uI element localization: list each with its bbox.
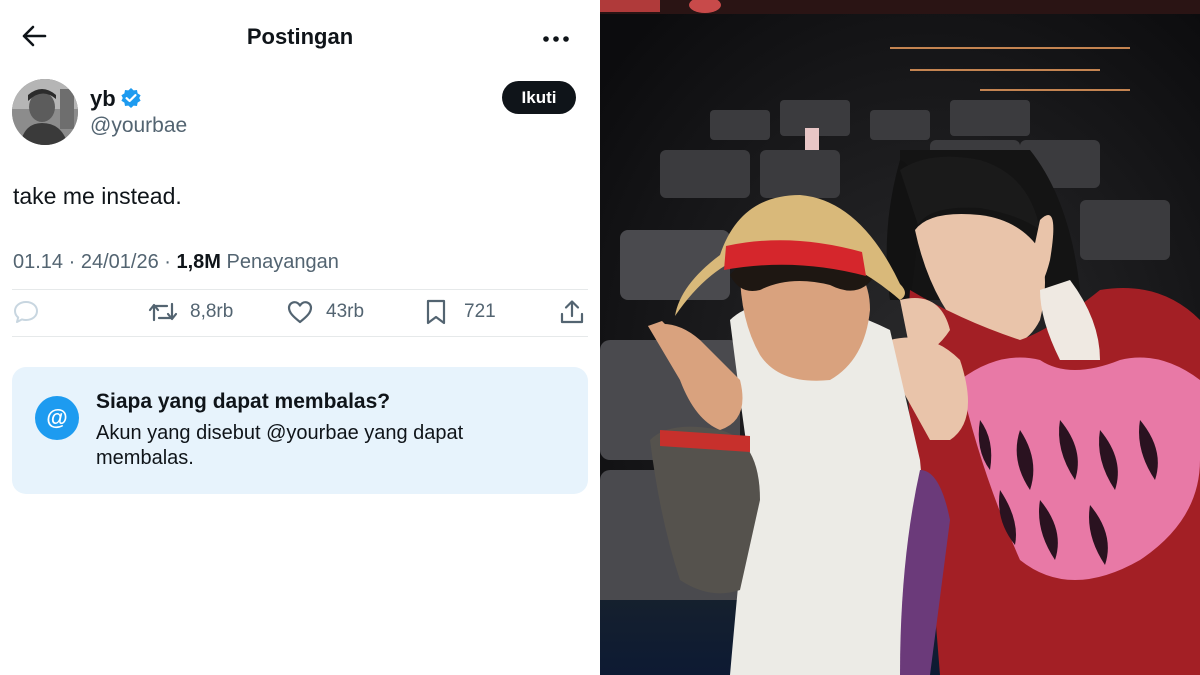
reply-restriction-description: Akun yang disebut @yourbae yang dapat me… <box>96 422 464 469</box>
mention-icon: @ <box>35 396 79 440</box>
post-header: Postingan <box>0 0 600 78</box>
page-title: Postingan <box>246 24 354 49</box>
reply-button[interactable] <box>12 292 40 332</box>
display-name[interactable]: yb <box>90 86 116 112</box>
more-horizontal-icon <box>542 30 570 48</box>
share-button[interactable] <box>558 292 586 332</box>
like-count: 43rb <box>326 301 365 322</box>
heart-icon <box>286 299 314 325</box>
more-options-button[interactable] <box>534 22 578 56</box>
tweet-panel: Postingan yb @yourbae Ikuti take me inst… <box>0 0 600 675</box>
retweet-button[interactable]: 8,8rb <box>148 292 233 332</box>
photo-image <box>600 0 1200 675</box>
attached-photo[interactable] <box>600 0 1200 675</box>
views-label: Penayangan <box>226 251 339 273</box>
share-icon <box>558 298 586 326</box>
meta-separator: · <box>68 251 81 273</box>
bookmark-count: 721 <box>464 301 496 322</box>
follow-button[interactable]: Ikuti <box>502 81 576 114</box>
retweet-count: 8,8rb <box>190 301 234 322</box>
divider <box>12 289 588 290</box>
bookmark-icon <box>424 298 448 326</box>
verified-badge-icon <box>120 87 142 109</box>
reply-restriction-card: @ Siapa yang dapat membalas? Akun yang d… <box>12 367 588 494</box>
divider <box>12 336 588 337</box>
tweet-meta: 01.14 · 24/01/26 · 1,8M Penayangan <box>13 251 339 274</box>
user-handle[interactable]: @yourbae <box>90 114 187 138</box>
retweet-icon <box>148 300 178 324</box>
views-count: 1,8M <box>176 251 221 273</box>
tweet-date[interactable]: 24/01/26 <box>81 251 159 273</box>
bookmark-button[interactable]: 721 <box>424 292 496 332</box>
tweet-text: take me instead. <box>13 183 182 209</box>
reply-icon <box>12 299 40 325</box>
meta-separator: · <box>164 251 177 273</box>
reply-restriction-title: Siapa yang dapat membalas? <box>96 390 391 413</box>
avatar[interactable] <box>12 79 78 145</box>
tweet-time[interactable]: 01.14 <box>13 251 63 273</box>
like-button[interactable]: 43rb <box>286 292 364 332</box>
tweet-actions: 8,8rb 43rb 721 <box>0 292 600 332</box>
